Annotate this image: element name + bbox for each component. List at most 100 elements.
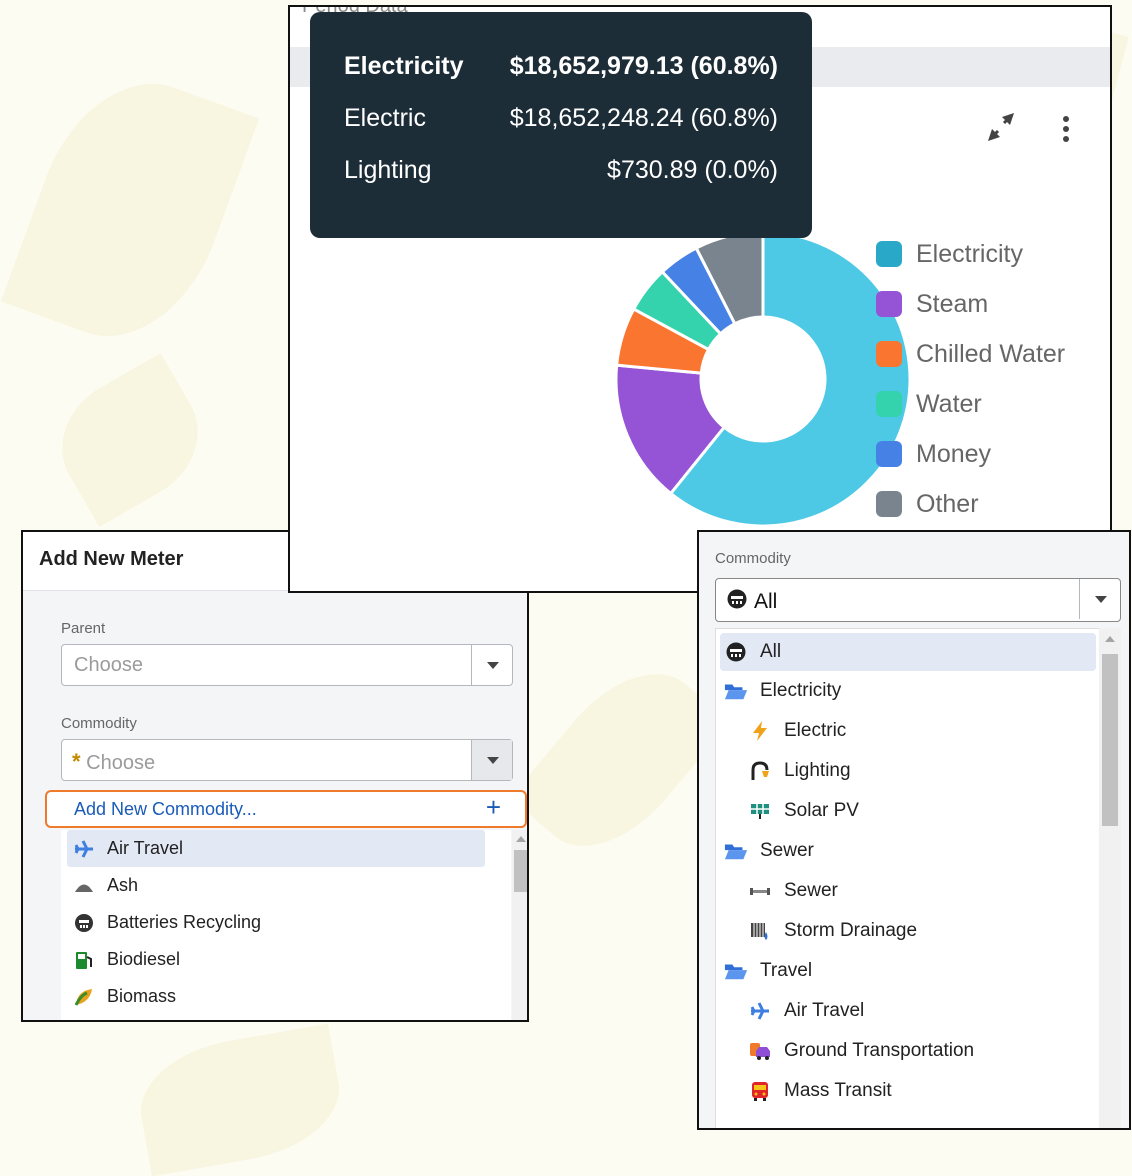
pipe-icon [748,879,772,903]
list-item-travel-group[interactable]: Travel [716,951,1102,991]
list-item-label: Sewer [760,840,814,861]
chevron-down-icon[interactable] [471,740,512,780]
scrollbar-thumb[interactable] [514,850,527,892]
legend-item-steam[interactable]: Steam [876,279,1065,329]
list-item[interactable]: Batteries Recycling [61,904,511,941]
list-item-label: Mass Transit [784,1080,892,1101]
background-leaf [39,353,221,527]
background-leaf [131,1023,349,1176]
list-item[interactable]: Biomass [61,978,511,1015]
tooltip-value: $730.89 (0.0%) [607,156,778,184]
plus-icon[interactable]: + [486,792,501,823]
expand-icon[interactable] [984,107,1018,147]
more-vertical-icon[interactable] [1058,111,1074,151]
tooltip-value: $18,652,248.24 (60.8%) [509,104,778,132]
list-item-solar-pv[interactable]: Solar PV [716,791,1102,831]
chevron-down-icon[interactable] [471,645,512,685]
list-item[interactable]: Biodiesel [61,941,511,978]
airplane-icon [73,838,95,860]
globe-icon [724,640,748,664]
folder-icon [724,959,748,983]
list-item-label: Biomass [107,986,177,1006]
commodity-filter-panel: Commodity All All Electricity Electric L… [697,530,1131,1130]
list-item-label: Storm Drainage [784,920,918,941]
commodity-filter-select[interactable]: All [715,578,1121,622]
selected-value: All [726,588,777,616]
tooltip-value: $18,652,979.13 (60.8%) [509,52,778,80]
tooltip-name: Electric [344,104,426,132]
required-asterisk-icon: * [72,749,81,774]
add-new-commodity-option[interactable]: Add New Commodity... + [45,790,527,828]
legend-item-electricity[interactable]: Electricity [876,229,1065,279]
background-leaf [0,57,260,363]
list-scrollbar[interactable] [1099,628,1121,1128]
legend-item-water[interactable]: Water [876,379,1065,429]
legend-item-other[interactable]: Other [876,479,1065,529]
list-item-air-travel[interactable]: Air Travel [716,991,1102,1031]
list-item-storm-drainage[interactable]: Storm Drainage [716,911,1102,951]
list-item-label: Air Travel [784,1000,865,1021]
commodity-filter-label: Commodity [715,550,791,567]
scrollbar-thumb[interactable] [1102,654,1118,826]
car-icon [748,1039,772,1063]
list-item-label: Solar PV [784,800,859,821]
list-item-label: Ground Transportation [784,1040,975,1061]
list-item-electric[interactable]: Electric [716,711,1102,751]
chart-tooltip: Electricity $18,652,979.13 (60.8%) Elect… [310,12,812,238]
selected-value-label: All [754,590,778,613]
list-item-ground-transportation[interactable]: Ground Transportation [716,1031,1102,1071]
list-item-mass-transit[interactable]: Mass Transit [716,1071,1102,1111]
folder-icon [724,839,748,863]
airplane-icon [748,999,772,1023]
list-item-label: Electricity [760,680,842,701]
list-item[interactable]: Ash [61,867,511,904]
commodity-select[interactable]: * Choose [61,739,513,781]
parent-label: Parent [61,620,106,637]
leaf-icon [73,986,95,1008]
list-item[interactable]: Air Travel [67,830,485,867]
solar-panel-icon [748,799,772,823]
list-item-sewer-group[interactable]: Sewer [716,831,1102,871]
list-item-lighting[interactable]: Lighting [716,751,1102,791]
legend-swatch [876,491,902,517]
dialog-title: Add New Meter [39,548,184,570]
list-item-label: Ash [107,875,139,895]
chevron-down-icon[interactable] [1079,579,1120,619]
legend-swatch [876,291,902,317]
tooltip-name: Lighting [344,156,432,184]
list-item-all[interactable]: All [720,633,1096,671]
tooltip-row: Electricity $18,652,979.13 (60.8%) [344,52,778,104]
legend-swatch [876,391,902,417]
ash-pile-icon [73,875,95,897]
list-item-label: Air Travel [107,838,184,858]
list-item-electricity-group[interactable]: Electricity [716,671,1102,711]
legend-label: Other [916,489,979,518]
list-item-sewer[interactable]: Sewer [716,871,1102,911]
fuel-pump-icon [73,949,95,971]
scroll-up-icon[interactable] [1105,636,1115,642]
list-scrollbar[interactable] [512,830,527,1020]
tooltip-row: Electric $18,652,248.24 (60.8%) [344,104,778,156]
list-item-label: Biodiesel [107,949,181,969]
legend-label: Steam [916,289,989,318]
list-item-label: Lighting [784,760,851,781]
list-item-label: All [760,641,782,662]
lightning-icon [748,719,772,743]
parent-select[interactable]: Choose [61,644,513,686]
chart-legend: Electricity Steam Chilled Water Water Mo… [876,229,1065,529]
lamp-icon [748,759,772,783]
legend-swatch [876,241,902,267]
tooltip-name: Electricity [344,52,464,80]
legend-item-money[interactable]: Money [876,429,1065,479]
commodity-filter-list: All Electricity Electric Lighting Solar … [715,628,1102,1128]
legend-item-chilled-water[interactable]: Chilled Water [876,329,1065,379]
list-item-label: Sewer [784,880,838,901]
list-item-label: Electric [784,720,847,741]
scroll-up-icon[interactable] [516,836,526,842]
commodity-placeholder: Choose [86,752,156,774]
legend-label: Chilled Water [916,339,1066,368]
commodity-dropdown-list: Air Travel Ash Batteries Recycling Biodi… [61,830,511,1020]
legend-swatch [876,441,902,467]
globe-icon [726,588,748,616]
commodity-placeholder-wrap: * Choose [72,749,155,775]
